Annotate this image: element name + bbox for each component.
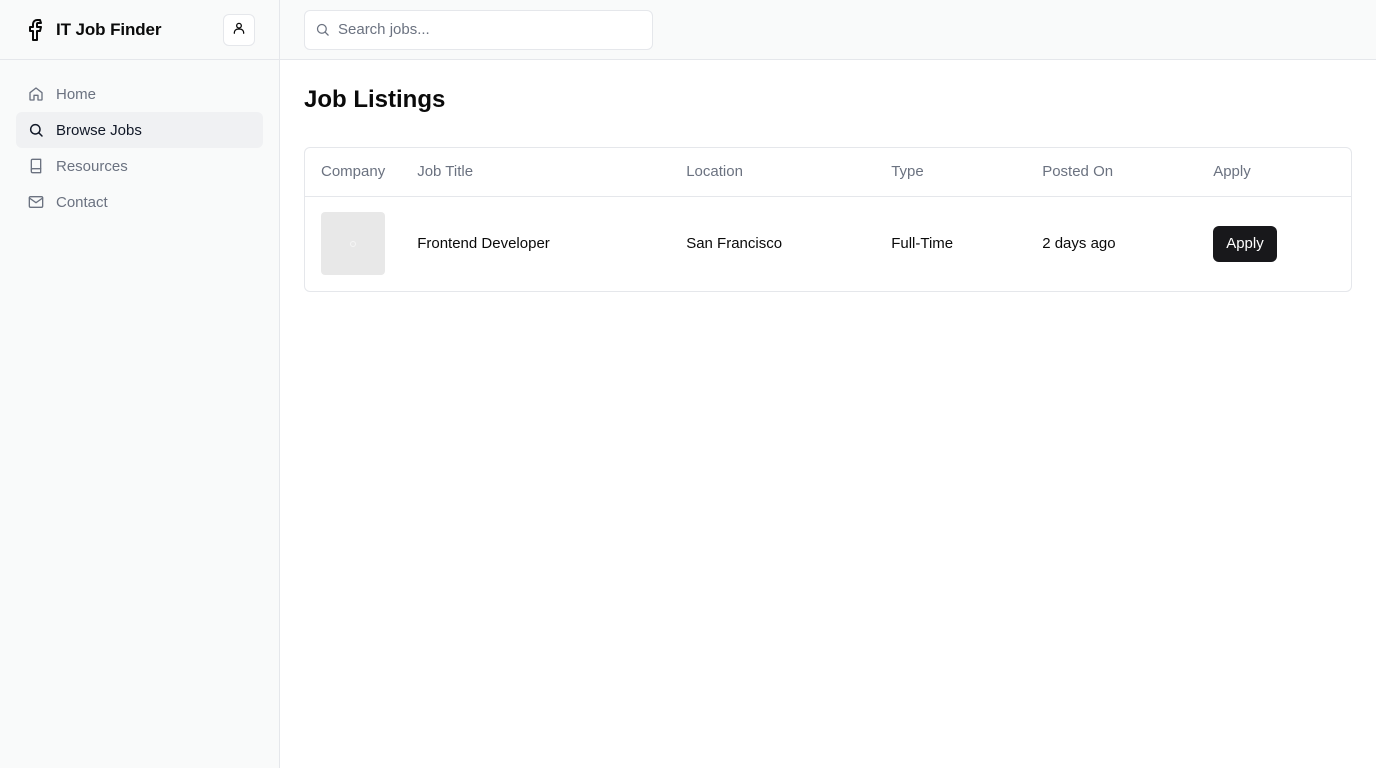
sidebar-item-browse-jobs[interactable]: Browse Jobs [16, 112, 263, 148]
table-row[interactable]: Frontend Developer San Francisco Full-Ti… [305, 196, 1351, 291]
search-input[interactable] [338, 21, 642, 38]
search-box[interactable] [304, 9, 653, 50]
app-root: IT Job Finder Home Browse Jobs Resources… [0, 0, 1376, 768]
search-icon [28, 122, 44, 138]
user-icon [232, 21, 246, 38]
type-cell: Full-Time [891, 235, 954, 253]
sidebar-nav: Home Browse Jobs Resources Contact [0, 60, 279, 236]
company-logo [321, 212, 385, 276]
book-icon [28, 158, 44, 174]
job-title-cell[interactable]: Frontend Developer [401, 196, 670, 291]
header-posted-on: Posted On [1026, 148, 1198, 197]
header-type: Type [875, 148, 1027, 197]
table-header-row: Company Job Title Location Type Posted O… [305, 148, 1351, 197]
posted-on-cell: 2 days ago [1042, 235, 1116, 253]
header-apply: Apply [1197, 148, 1351, 197]
sidebar-item-label: Resources [56, 157, 128, 175]
mail-icon [28, 194, 44, 210]
location-cell: San Francisco [686, 235, 783, 253]
image-placeholder-icon [349, 240, 357, 248]
header-location: Location [670, 148, 876, 197]
content: Job Listings Company Job Title Location … [280, 60, 1376, 316]
job-table: Company Job Title Location Type Posted O… [304, 147, 1352, 292]
search-icon [315, 22, 330, 37]
topbar [280, 0, 1376, 60]
header-job-title: Job Title [401, 148, 671, 197]
sidebar-item-resources[interactable]: Resources [16, 148, 263, 184]
apply-cell: Apply [1197, 196, 1351, 291]
header-company: Company [305, 148, 402, 197]
sidebar-item-label: Home [56, 85, 97, 103]
sidebar-header: IT Job Finder [0, 0, 279, 60]
sidebar-item-label: Contact [56, 193, 108, 211]
user-menu-button[interactable] [223, 13, 255, 46]
facebook-icon [26, 18, 46, 42]
home-icon [28, 86, 44, 102]
sidebar-item-contact[interactable]: Contact [16, 184, 263, 220]
company-cell [305, 196, 401, 291]
main-area: Job Listings Company Job Title Location … [280, 0, 1376, 768]
apply-button[interactable]: Apply [1213, 225, 1277, 262]
sidebar-item-label: Browse Jobs [56, 121, 142, 139]
sidebar-item-home[interactable]: Home [16, 76, 263, 112]
page-title: Job Listings [304, 86, 446, 113]
brand[interactable]: IT Job Finder [26, 18, 162, 42]
app-title: IT Job Finder [56, 19, 162, 39]
sidebar: IT Job Finder Home Browse Jobs Resources… [0, 0, 280, 768]
